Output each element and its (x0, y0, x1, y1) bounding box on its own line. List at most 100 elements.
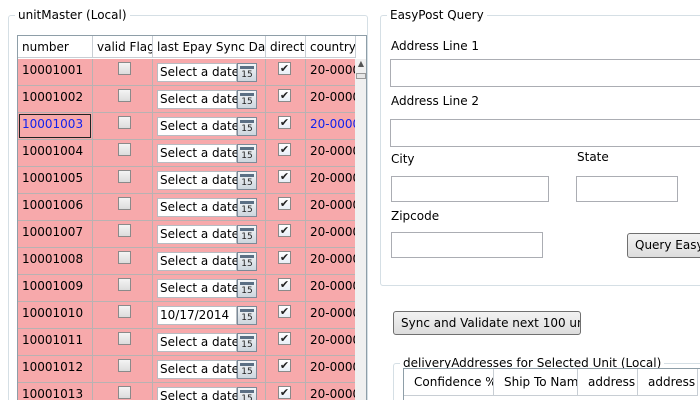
direct-checkbox[interactable]: ✔ (278, 89, 291, 102)
number-cell[interactable]: 10001012 (18, 356, 93, 383)
number-cell[interactable]: 10001002 (18, 86, 93, 113)
calendar-icon[interactable]: 15 (237, 387, 257, 400)
table-row[interactable]: 10001005 Select a date 15 ✔ 20-0000 (18, 167, 366, 194)
calendar-icon[interactable]: 15 (237, 63, 257, 82)
date-picker-input[interactable]: Select a date (157, 252, 239, 271)
date-picker-input[interactable]: 10/17/2014 (157, 306, 237, 325)
country-cell[interactable]: 20-0000 (306, 356, 356, 383)
country-cell[interactable]: 20-0000 (306, 383, 356, 400)
column-number-header[interactable]: number (18, 36, 93, 58)
valid-flag-checkbox[interactable] (118, 251, 131, 264)
column-address-1-header[interactable]: address 1 (578, 369, 638, 396)
table-row[interactable]: 10001007 Select a date 15 ✔ 20-0000 (18, 221, 366, 248)
column-valid-flag-header[interactable]: valid Flag (93, 36, 153, 58)
valid-flag-checkbox[interactable] (118, 278, 131, 291)
direct-checkbox[interactable]: ✔ (278, 197, 291, 210)
valid-flag-checkbox[interactable] (118, 89, 131, 102)
calendar-icon[interactable]: 15 (237, 225, 257, 244)
number-cell[interactable]: 10001004 (18, 140, 93, 167)
date-picker-input[interactable]: Select a date (157, 63, 239, 82)
date-picker-input[interactable]: Select a date (157, 117, 239, 136)
direct-checkbox[interactable]: ✔ (278, 386, 291, 399)
valid-flag-checkbox[interactable] (118, 170, 131, 183)
direct-checkbox[interactable]: ✔ (278, 359, 291, 372)
country-cell[interactable]: 20-0000 (306, 194, 356, 221)
state-input[interactable] (576, 176, 678, 202)
number-cell[interactable]: 10001001 (18, 59, 93, 86)
calendar-icon[interactable]: 15 (237, 144, 257, 163)
direct-checkbox[interactable]: ✔ (278, 278, 291, 291)
date-picker-input[interactable]: Select a date (157, 144, 239, 163)
direct-checkbox[interactable]: ✔ (278, 332, 291, 345)
number-cell[interactable]: 10001007 (18, 221, 93, 248)
table-row[interactable]: 10001012 Select a date 15 ✔ 20-0000 (18, 356, 366, 383)
direct-checkbox[interactable]: ✔ (278, 251, 291, 264)
table-row[interactable]: 10001008 Select a date 15 ✔ 20-0000 (18, 248, 366, 275)
scroll-up-icon[interactable]: ▲ (355, 59, 366, 69)
calendar-icon[interactable]: 15 (237, 198, 257, 217)
column-last-epay-sync-date-header[interactable]: last Epay Sync Date (153, 36, 266, 58)
number-cell[interactable]: 10001013 (18, 383, 93, 400)
table-row[interactable]: 10001011 Select a date 15 ✔ 20-0000 (18, 329, 366, 356)
direct-checkbox[interactable]: ✔ (278, 224, 291, 237)
valid-flag-checkbox[interactable] (118, 62, 131, 75)
column-address-2-header[interactable]: address 2 (638, 369, 698, 396)
date-picker-input[interactable]: Select a date (157, 279, 239, 298)
calendar-icon[interactable]: 15 (237, 360, 257, 379)
date-picker-input[interactable]: Select a date (157, 171, 239, 190)
unit-master-grid[interactable]: number valid Flag last Epay Sync Date direc… (17, 35, 367, 400)
column-country-header[interactable]: country (306, 36, 356, 58)
address2-input[interactable] (390, 119, 700, 147)
calendar-icon[interactable]: 15 (237, 306, 257, 325)
calendar-icon[interactable]: 15 (237, 117, 257, 136)
direct-checkbox[interactable]: ✔ (278, 170, 291, 183)
zipcode-input[interactable] (391, 232, 543, 258)
vertical-scrollbar[interactable]: ▲ (355, 59, 366, 400)
number-cell[interactable]: 10001005 (18, 167, 93, 194)
valid-flag-checkbox[interactable] (118, 305, 131, 318)
column-ship-to-name-header[interactable]: Ship To Name (494, 369, 578, 396)
date-picker-input[interactable]: Select a date (157, 333, 239, 352)
table-row[interactable]: 10001010 10/17/2014 15 ✔ 20-0000 (18, 302, 366, 329)
number-cell[interactable]: 10001006 (18, 194, 93, 221)
table-row[interactable]: 10001003 Select a date 15 ✔ 20-0000 (18, 113, 366, 140)
valid-flag-checkbox[interactable] (118, 224, 131, 237)
query-easypost-button[interactable]: Query EasyPo (627, 233, 700, 258)
calendar-icon[interactable]: 15 (237, 252, 257, 271)
calendar-icon[interactable]: 15 (237, 279, 257, 298)
date-picker-input[interactable]: Select a date (157, 360, 239, 379)
country-cell[interactable]: 20-0000 (306, 302, 356, 329)
number-cell[interactable]: 10001010 (18, 302, 93, 329)
address1-input[interactable] (390, 59, 700, 87)
table-row[interactable]: 10001001 Select a date 15 ✔ 20-0000 (18, 59, 366, 86)
direct-checkbox[interactable]: ✔ (278, 62, 291, 75)
number-cell[interactable]: 10001003 (18, 113, 93, 140)
table-row[interactable]: 10001006 Select a date 15 ✔ 20-0000 (18, 194, 366, 221)
table-row[interactable]: 10001004 Select a date 15 ✔ 20-0000 (18, 140, 366, 167)
country-cell[interactable]: 20-0000 (306, 221, 356, 248)
country-cell[interactable]: 20-0000 (306, 113, 356, 140)
city-input[interactable] (391, 176, 549, 202)
date-picker-input[interactable]: Select a date (157, 90, 239, 109)
direct-checkbox[interactable]: ✔ (278, 116, 291, 129)
country-cell[interactable]: 20-0000 (306, 140, 356, 167)
table-row[interactable]: 10001009 Select a date 15 ✔ 20-0000 (18, 275, 366, 302)
valid-flag-checkbox[interactable] (118, 143, 131, 156)
column-confidence-header[interactable]: Confidence % (404, 369, 494, 396)
direct-checkbox[interactable]: ✔ (278, 143, 291, 156)
table-row[interactable]: 10001013 Select a date 15 ✔ 20-0000 (18, 383, 366, 400)
valid-flag-checkbox[interactable] (118, 359, 131, 372)
country-cell[interactable]: 20-0000 (306, 248, 356, 275)
country-cell[interactable]: 20-0000 (306, 329, 356, 356)
number-cell[interactable]: 10001008 (18, 248, 93, 275)
valid-flag-checkbox[interactable] (118, 386, 131, 399)
scroll-thumb[interactable] (356, 73, 366, 79)
valid-flag-checkbox[interactable] (118, 197, 131, 210)
country-cell[interactable]: 20-0000 (306, 86, 356, 113)
delivery-addresses-grid[interactable]: Confidence %Ship To Nameaddress 1address… (403, 368, 700, 400)
country-cell[interactable]: 20-0000 (306, 167, 356, 194)
table-row[interactable]: 10001002 Select a date 15 ✔ 20-0000 (18, 86, 366, 113)
date-picker-input[interactable]: Select a date (157, 198, 239, 217)
calendar-icon[interactable]: 15 (237, 333, 257, 352)
valid-flag-checkbox[interactable] (118, 116, 131, 129)
